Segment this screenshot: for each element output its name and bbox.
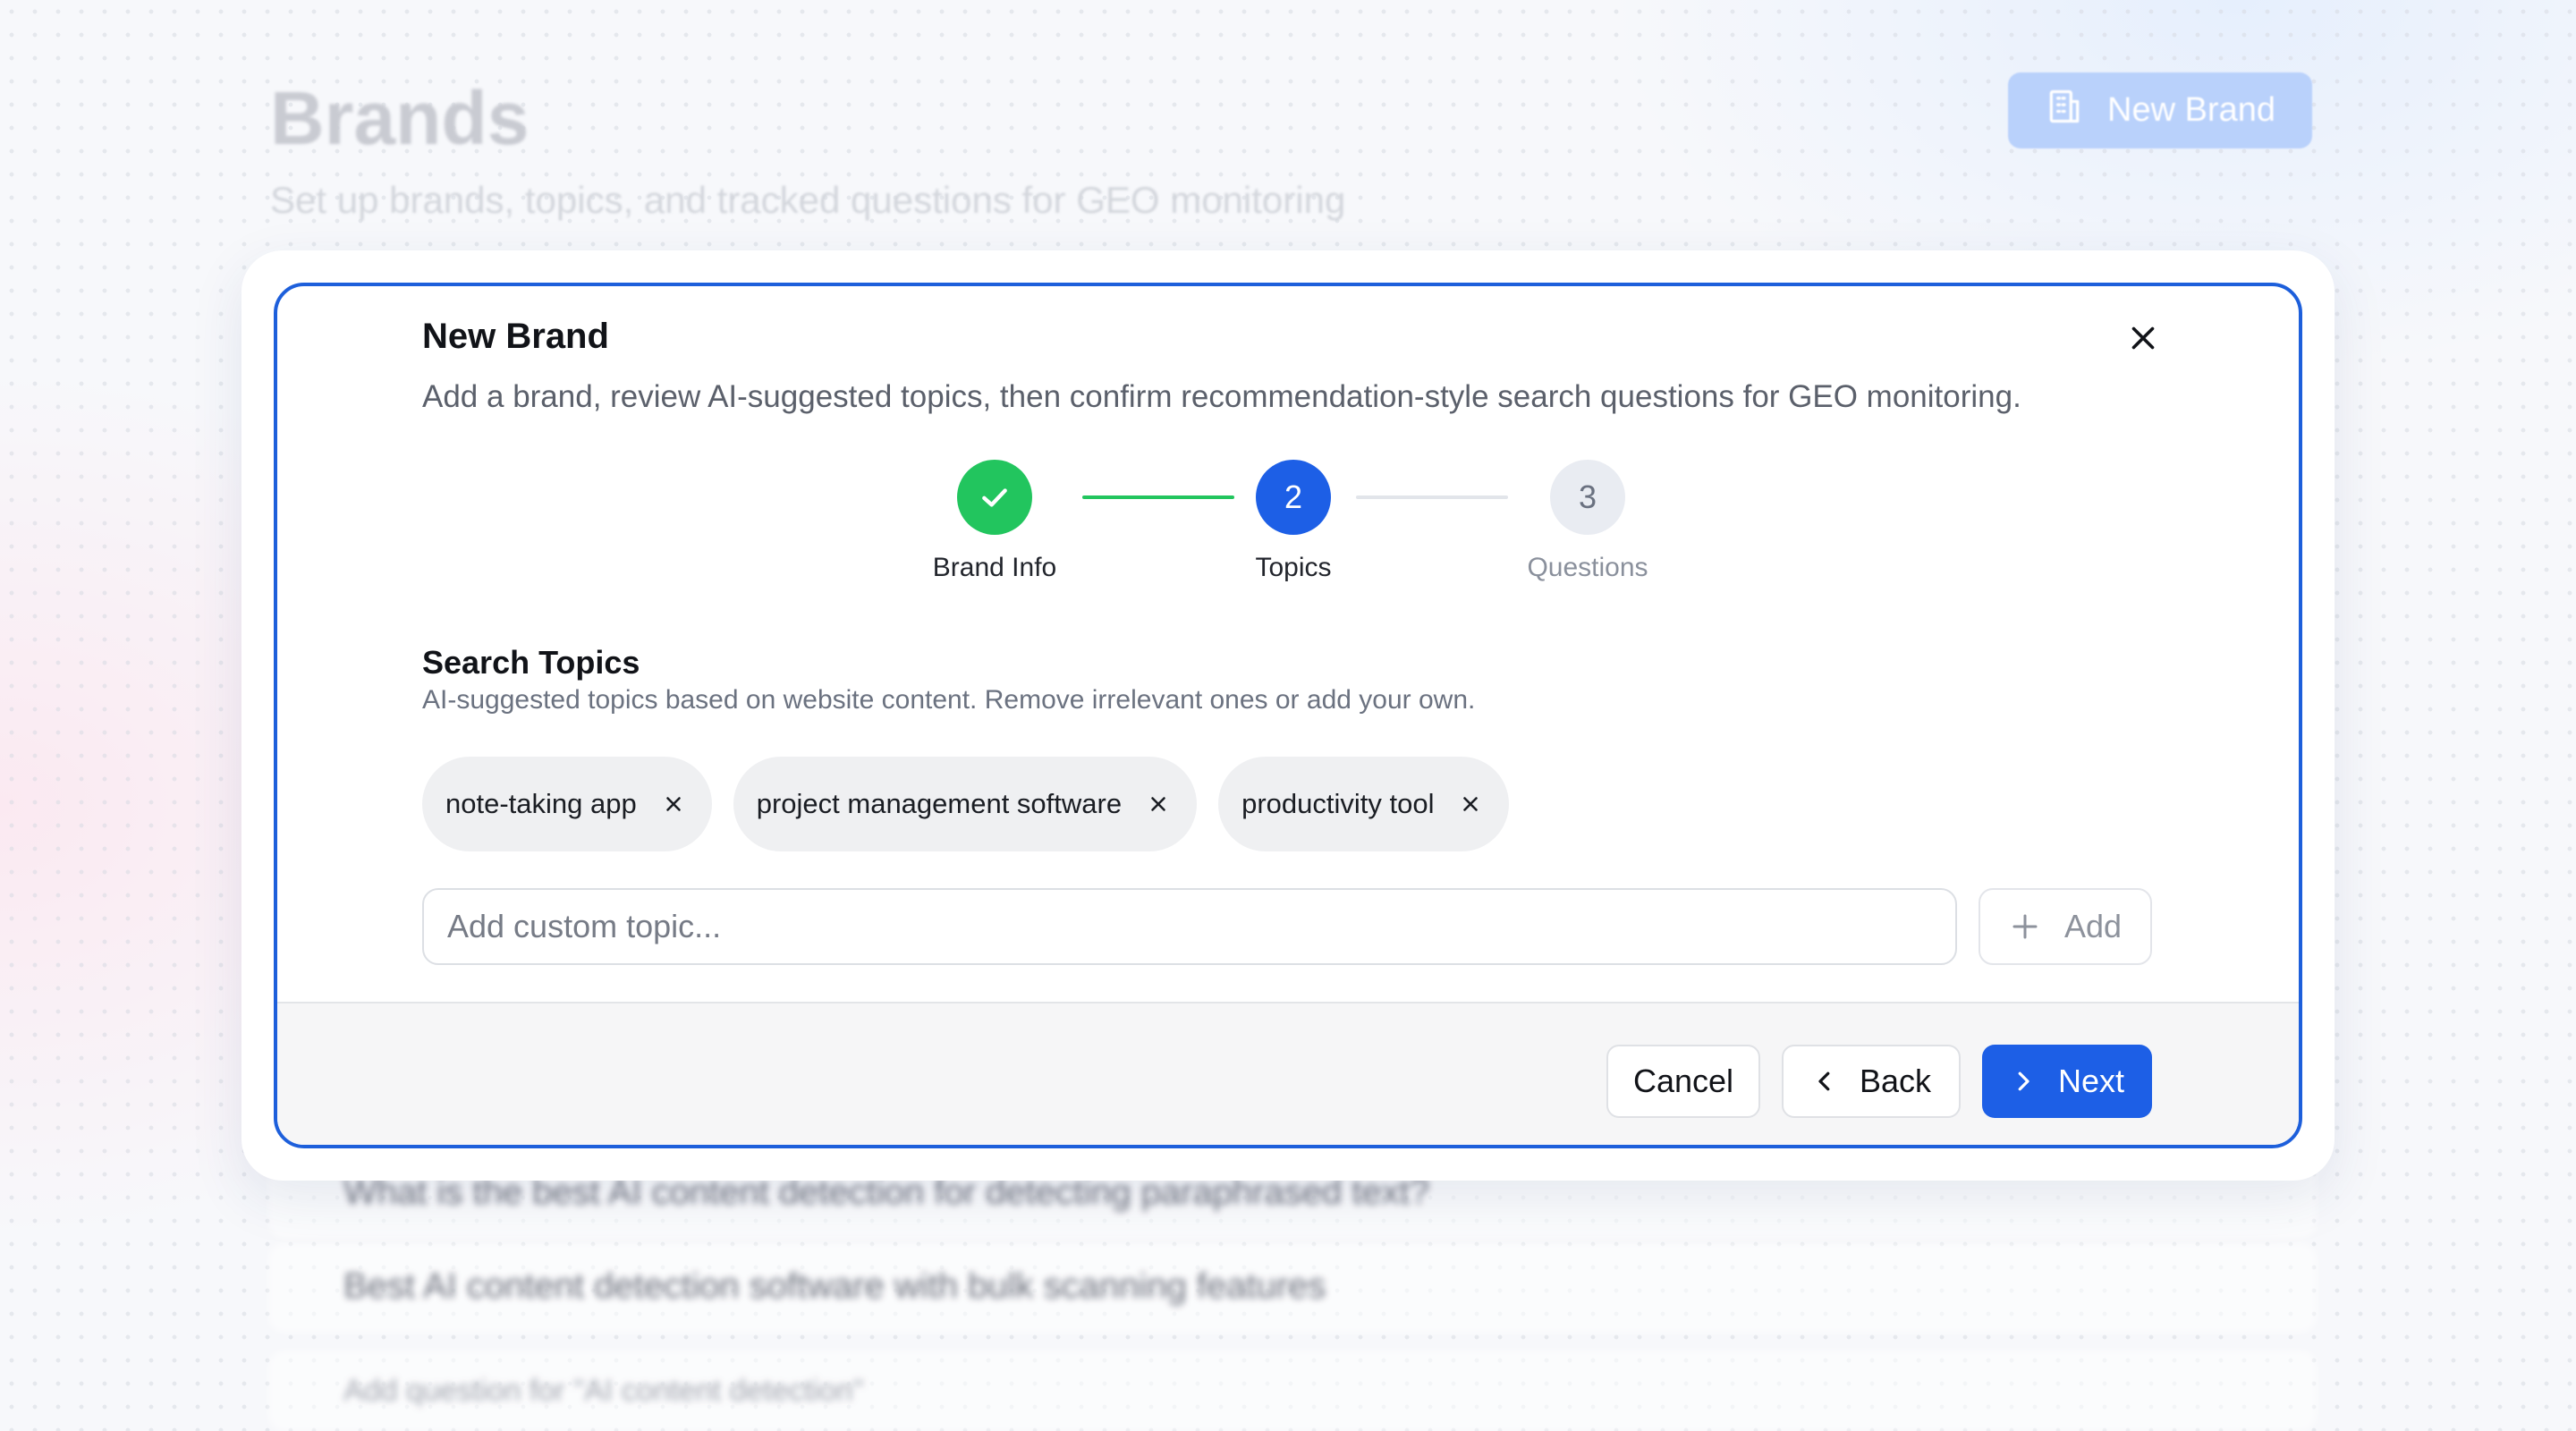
check-icon bbox=[982, 488, 1007, 507]
close-icon bbox=[665, 797, 681, 811]
topic-chip: note-taking app bbox=[422, 757, 712, 851]
chevron-right-icon bbox=[2018, 1071, 2029, 1091]
new-brand-dialog: New Brand Add a brand, review AI-suggest… bbox=[274, 283, 2302, 1148]
topic-chip-label: project management software bbox=[756, 788, 1123, 819]
step-connector-pending bbox=[1356, 495, 1508, 499]
page-subtitle: Set up brands, topics, and tracked quest… bbox=[270, 179, 1346, 221]
question-row: Best AI content detection software with … bbox=[268, 1243, 2317, 1333]
topic-chips: note-taking app project management softw… bbox=[422, 757, 1510, 851]
search-topics-title: Search Topics bbox=[422, 644, 640, 681]
search-topics-description: AI-suggested topics based on website con… bbox=[422, 685, 1476, 715]
close-icon bbox=[1151, 797, 1165, 811]
cancel-button[interactable]: Cancel bbox=[1606, 1045, 1760, 1118]
step-1-label: Brand Info bbox=[932, 553, 1057, 582]
remove-topic-button[interactable] bbox=[1457, 791, 1484, 817]
plus-icon bbox=[2012, 914, 2038, 939]
cancel-label: Cancel bbox=[1632, 1063, 1734, 1099]
topic-chip-label: note-taking app bbox=[445, 788, 637, 819]
next-label: Next bbox=[2057, 1063, 2125, 1099]
step-3-label: Questions bbox=[1527, 553, 1648, 582]
remove-topic-button[interactable] bbox=[1145, 791, 1172, 817]
back-label: Back bbox=[1859, 1063, 1932, 1099]
close-icon bbox=[2131, 326, 2155, 350]
add-question-row: Add question for "AI content detection" bbox=[268, 1351, 2317, 1431]
new-brand-label: New Brand bbox=[2107, 91, 2275, 129]
page-title: Brands bbox=[270, 76, 530, 160]
add-topic-button[interactable]: Add bbox=[1979, 888, 2152, 965]
topic-chip: productivity tool bbox=[1218, 757, 1510, 851]
back-button[interactable]: Back bbox=[1782, 1045, 1961, 1118]
step-1-complete bbox=[957, 460, 1032, 535]
topic-chip-label: productivity tool bbox=[1241, 788, 1435, 819]
dialog-footer: Cancel Back Next bbox=[277, 1002, 2299, 1145]
dialog-description: Add a brand, review AI-suggested topics,… bbox=[422, 379, 2021, 414]
topic-chip: project management software bbox=[733, 757, 1198, 851]
dialog-title: New Brand bbox=[422, 317, 609, 356]
remove-topic-button[interactable] bbox=[660, 791, 687, 817]
close-icon bbox=[1463, 797, 1479, 811]
building-icon bbox=[2045, 87, 2084, 135]
add-topic-label: Add bbox=[2063, 908, 2123, 944]
next-button[interactable]: Next bbox=[1982, 1045, 2152, 1118]
step-2-active: 2 bbox=[1256, 460, 1331, 535]
step-2-label: Topics bbox=[1255, 553, 1332, 582]
close-button[interactable] bbox=[2118, 313, 2168, 363]
new-brand-button: New Brand bbox=[2008, 72, 2312, 148]
chevron-left-icon bbox=[1818, 1071, 1830, 1091]
custom-topic-input[interactable] bbox=[422, 888, 1957, 965]
step-connector-complete bbox=[1082, 495, 1234, 499]
step-3-pending: 3 bbox=[1550, 460, 1625, 535]
